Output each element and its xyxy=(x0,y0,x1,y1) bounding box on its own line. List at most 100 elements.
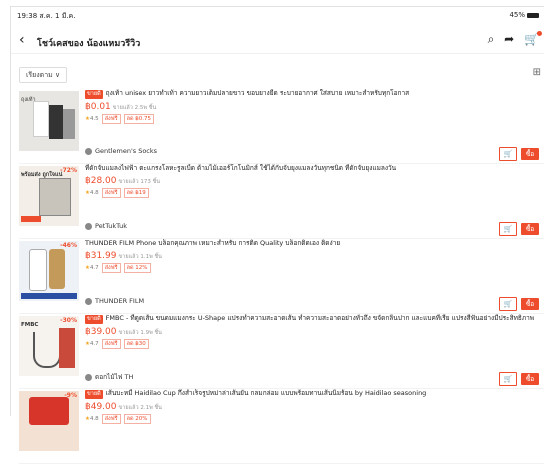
free-shipping-tag: ส่งฟรี xyxy=(101,414,121,424)
product-name[interactable]: ขายดี ถุงเท้า unisex ยาวทำเท้า ความยาวเต็… xyxy=(85,89,540,99)
phone-shape xyxy=(49,249,65,289)
buy-button[interactable]: ซื้อ xyxy=(521,373,539,385)
product-image[interactable]: -46% xyxy=(19,241,79,301)
product-title: FMBC - ที่ดูดเส้น ขนดมแมงกระ U-Shape แปร… xyxy=(105,314,535,322)
buy-button[interactable]: ซื้อ xyxy=(521,298,539,310)
shop-name[interactable]: THUNDER FILM xyxy=(85,297,144,305)
free-shipping-tag: ส่งฟรี xyxy=(101,114,121,124)
rating: 4.5 xyxy=(89,116,99,122)
cart-icon[interactable]: 🛒 xyxy=(524,31,542,46)
product-actions: 🛒 ซื้อ xyxy=(499,366,539,386)
discount-badge: -46% xyxy=(60,242,77,249)
discount-tag: ลด 12% xyxy=(123,263,151,273)
discount-tag: ลด ฿19 xyxy=(123,188,149,198)
product-tags: ★4.7 ส่งฟรี ลด 12% xyxy=(85,263,540,273)
product-price: ฿39.00 ขายแล้ว 1.9พ ชิ้น xyxy=(85,327,540,337)
product-title: เส้นบะหมี่ Haidilao Cup กึ่งสำเร็จรูปหม่… xyxy=(105,389,427,397)
page-title: โชว์เคสของ น้องแหมวรีวิว xyxy=(37,39,141,49)
shop-name[interactable]: PetTukTuk xyxy=(85,222,127,230)
rating: 4.8 xyxy=(89,416,99,422)
price-value: ฿49.00 xyxy=(85,402,117,412)
product-card[interactable]: -46% THUNDER FILM Phone บล็อกคุณภาพ เหมา… xyxy=(19,239,544,314)
product-card[interactable]: -9% ขายดี เส้นบะหมี่ Haidilao Cup กึ่งสำเ… xyxy=(19,389,544,464)
price-value: ฿31.99 xyxy=(85,251,117,261)
product-card[interactable]: -30% FMBC ขายดี FMBC - ที่ดูดเส้น ขนดมแมง… xyxy=(19,314,544,389)
add-to-cart-icon[interactable]: 🛒 xyxy=(499,147,517,161)
discount-tag: ลด 20% xyxy=(123,414,151,424)
sort-dropdown[interactable]: เรียงตาม ∨ xyxy=(19,67,68,83)
product-info: ขายดี เส้นบะหมี่ Haidilao Cup กึ่งสำเร็จร… xyxy=(85,389,540,424)
shop-name[interactable]: ดอกไม้ไฟ TH xyxy=(85,372,133,382)
add-to-cart-icon[interactable]: 🛒 xyxy=(499,297,517,311)
product-info: THUNDER FILM Phone บล็อกคุณภาพ เหมาะสำหร… xyxy=(85,239,540,273)
product-name[interactable]: THUNDER FILM Phone บล็อกคุณภาพ เหมาะสำหร… xyxy=(85,239,540,248)
product-image[interactable]: -9% xyxy=(19,391,79,451)
chevron-down-icon: ∨ xyxy=(55,71,61,79)
product-title: ถุงเท้า unisex ยาวทำเท้า ความยาวเต็มปลาย… xyxy=(105,89,410,97)
product-title: ที่ดักจับแมลงไฟฟ้า ตะแกรงโลหะรูลเบิ้ด ด้… xyxy=(85,164,397,172)
phone-shape xyxy=(29,249,47,291)
discount-tag: ลด ฿30 xyxy=(123,339,149,349)
shop-name[interactable]: Gentlemen's Socks xyxy=(85,147,157,155)
bug-zapper-shape xyxy=(39,178,71,216)
product-image[interactable]: ถุงเท้า xyxy=(19,91,79,151)
product-name[interactable]: ขายดี เส้นบะหมี่ Haidilao Cup กึ่งสำเร็จร… xyxy=(85,389,540,399)
rating: 4.7 xyxy=(89,341,99,347)
shop-label: Gentlemen's Socks xyxy=(95,147,158,155)
package-shape xyxy=(59,328,75,368)
rating: 4.8 xyxy=(89,190,99,196)
notification-dot xyxy=(537,31,542,36)
sold-count: ขายแล้ว 1.9พ ชิ้น xyxy=(118,330,162,336)
product-list: ถุงเท้า ขายดี ถุงเท้า unisex ยาวทำเท้า คว… xyxy=(19,89,544,464)
product-name[interactable]: ขายดี FMBC - ที่ดูดเส้น ขนดมแมงกระ U-Shap… xyxy=(85,314,540,324)
free-shipping-tag: ส่งฟรี xyxy=(101,188,121,198)
product-info: ขายดี ถุงเท้า unisex ยาวทำเท้า ความยาวเต็… xyxy=(85,89,540,124)
product-price: ฿0.01 ขายแล้ว 2.5พ ชิ้น xyxy=(85,102,540,112)
product-image-label: FMBC xyxy=(21,322,39,328)
share-icon[interactable]: ➦ xyxy=(504,32,514,46)
product-price: ฿28.00 ขายแล้ว 173 ชิ้น xyxy=(85,176,540,186)
sold-count: ขายแล้ว 2.1พ ชิ้น xyxy=(118,405,162,411)
chevron-left-icon[interactable]: ‹ xyxy=(19,32,25,48)
product-price: ฿49.00 ขายแล้ว 2.1พ ชิ้น xyxy=(85,402,540,412)
product-image[interactable]: -30% FMBC xyxy=(19,316,79,376)
header-actions: ⌕ ➦ 🛒 xyxy=(482,31,542,47)
product-name[interactable]: ที่ดักจับแมลงไฟฟ้า ตะแกรงโลหะรูลเบิ้ด ด้… xyxy=(85,164,540,173)
sock-shape xyxy=(63,109,75,139)
price-value: ฿0.01 xyxy=(85,102,111,112)
brand-strip xyxy=(21,293,77,299)
shop-label: THUNDER FILM xyxy=(95,297,145,305)
product-info: ที่ดักจับแมลงไฟฟ้า ตะแกรงโลหะรูลเบิ้ด ด้… xyxy=(85,164,540,198)
grid-view-icon[interactable]: ⊞ xyxy=(533,67,541,78)
discount-badge: -72% xyxy=(60,167,77,174)
buy-button[interactable]: ซื้อ xyxy=(521,223,539,235)
hot-badge: ขายดี xyxy=(85,390,103,399)
battery-indicator: 45% xyxy=(509,11,539,19)
product-image[interactable]: -72% พร้อมส่ง ถูกใจแน่ xyxy=(19,166,79,226)
product-tags: ★4.8 ส่งฟรี ลด 20% xyxy=(85,414,540,424)
buy-button[interactable]: ซื้อ xyxy=(521,148,539,160)
product-tags: ★4.8 ส่งฟรี ลด ฿19 xyxy=(85,188,540,198)
product-actions: 🛒 ซื้อ xyxy=(499,141,539,161)
sort-label: เรียงตาม xyxy=(26,71,53,79)
add-to-cart-icon[interactable]: 🛒 xyxy=(499,222,517,236)
sold-count: ขายแล้ว 173 ชิ้น xyxy=(118,179,161,185)
product-actions: 🛒 ซื้อ xyxy=(499,216,539,236)
hot-badge: ขายดี xyxy=(85,90,103,99)
app-screen: 19:38 ส.ค. 1 มี.ค. 45% ‹ โชว์เคสของ น้อง… xyxy=(10,6,544,464)
hot-badge: ขายดี xyxy=(85,315,103,324)
product-card[interactable]: ถุงเท้า ขายดี ถุงเท้า unisex ยาวทำเท้า คว… xyxy=(19,89,544,164)
rating: 4.7 xyxy=(89,265,99,271)
discount-tag: ลด ฿0.75 xyxy=(123,114,155,124)
status-bar: 19:38 ส.ค. 1 มี.ค. 45% xyxy=(11,7,544,23)
shop-avatar xyxy=(85,147,92,155)
add-to-cart-icon[interactable]: 🛒 xyxy=(499,372,517,386)
product-card[interactable]: -72% พร้อมส่ง ถูกใจแน่ ที่ดักจับแมลงไฟฟ้… xyxy=(19,164,544,239)
free-shipping-tag: ส่งฟรี xyxy=(101,263,121,273)
battery-level: 45% xyxy=(509,11,525,19)
product-info: ขายดี FMBC - ที่ดูดเส้น ขนดมแมงกระ U-Shap… xyxy=(85,314,540,349)
search-icon[interactable]: ⌕ xyxy=(488,32,495,46)
sold-count: ขายแล้ว 1.1พ ชิ้น xyxy=(118,254,162,260)
price-value: ฿39.00 xyxy=(85,327,117,337)
discount-badge: -30% xyxy=(60,317,77,324)
